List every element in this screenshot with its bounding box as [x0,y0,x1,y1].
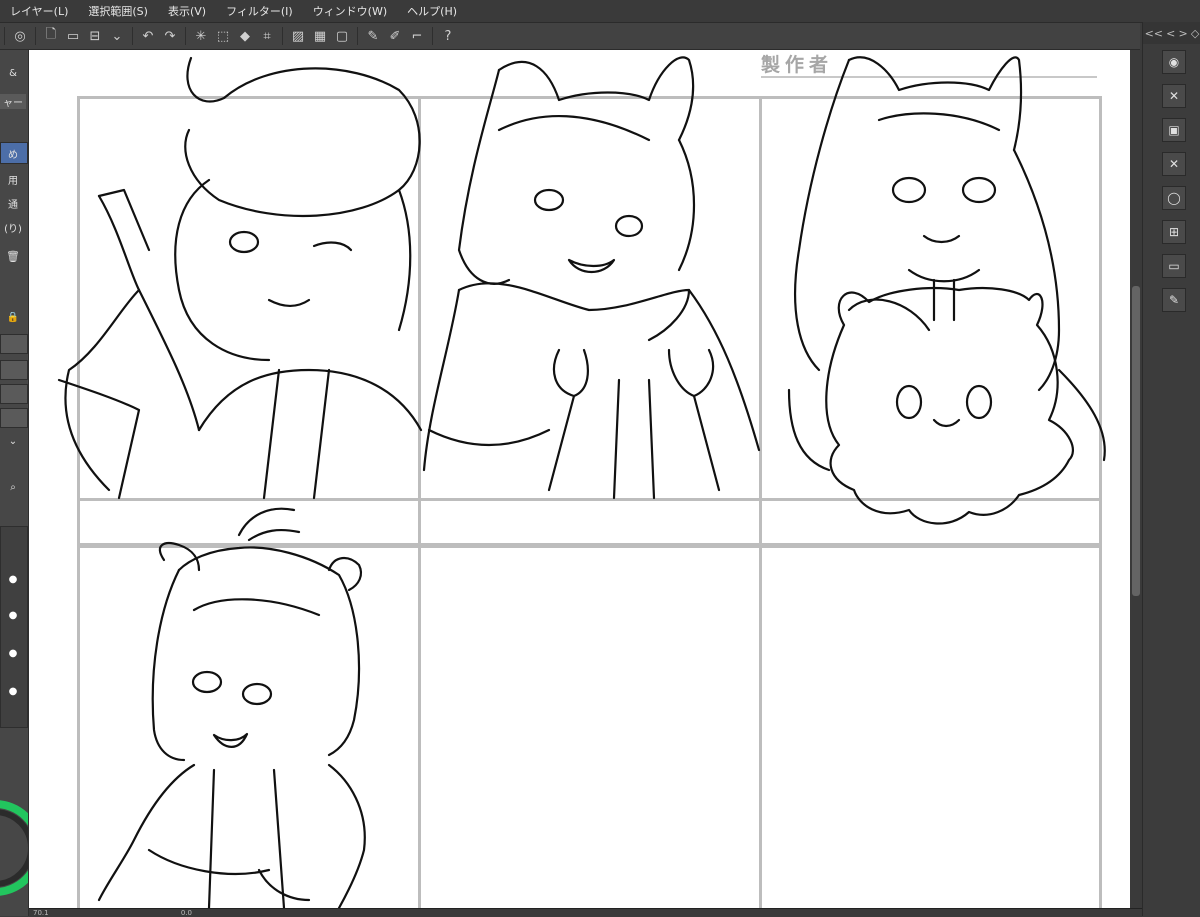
open-icon[interactable]: ▭ [63,26,83,46]
frame-icon[interactable]: ▢ [332,26,352,46]
crop-icon[interactable]: ⌗ [257,26,277,46]
delete-icon[interactable]: ✕ [1162,152,1186,176]
left-tool-panel: & ャー め 用 通 (り) 🗑 🔒 ⌄ ⌕ ● ● ● ● [0,50,29,916]
chevron-right-button[interactable] [0,384,28,404]
menu-bar: レイヤー(L) 選択範囲(S) 表示(V) フィルター(I) ウィンドウ(W) … [0,0,1200,23]
panel-button[interactable] [0,360,28,380]
toolbar-separator [282,27,283,45]
diamond-icon[interactable]: ◇ [1191,27,1199,40]
right-panel: << < > ◇ ◉ ✕ ▣ ✕ ◯ ⊞ ▭ ✎ [1142,22,1200,916]
new-file-icon[interactable]: 🗋 [41,26,61,46]
trash-icon[interactable]: 🗑 [0,250,26,263]
character-sketch-1 [57,56,423,500]
vertical-scrollbar[interactable] [1130,50,1142,908]
eraser-icon[interactable]: ⌐ [407,26,427,46]
app-icon[interactable]: ◎ [10,26,30,46]
lock-icon[interactable]: 🔒 [0,312,26,323]
material-icon[interactable]: ⊞ [1162,220,1186,244]
undo-icon[interactable]: ↶ [138,26,158,46]
toolbar-separator [357,27,358,45]
toolbar-separator [432,27,433,45]
menu-filter[interactable]: フィルター(I) [216,3,303,19]
brush-size-dot[interactable]: ● [0,686,26,697]
canvas[interactable]: 製作者 [29,50,1130,908]
select-icon[interactable]: ⬚ [213,26,233,46]
chevron-down-icon[interactable]: ⌄ [0,436,26,447]
toolbar-separator [4,27,5,45]
brush-size-dot[interactable]: ● [0,574,26,585]
edit-icon[interactable]: ✎ [1162,288,1186,312]
pen-icon[interactable]: ✎ [363,26,383,46]
chevron-right-icon[interactable]: > [1179,27,1188,40]
menu-layer[interactable]: レイヤー(L) [0,3,78,19]
folder-icon[interactable]: ▭ [1162,254,1186,278]
grid-icon[interactable]: ▦ [310,26,330,46]
redo-icon[interactable]: ↷ [160,26,180,46]
brush-size-dot[interactable]: ● [0,648,26,659]
tool-label[interactable]: 用 [0,172,26,187]
down-button[interactable] [0,334,28,354]
search-icon[interactable]: ⌕ [0,482,26,493]
character-sketch-4 [97,507,366,908]
tool-label[interactable]: & [0,68,26,79]
tool-label[interactable]: ャー [0,94,26,109]
loading-icon[interactable]: ✳ [191,26,211,46]
toolbar-separator [35,27,36,45]
menu-window[interactable]: ウィンドウ(W) [303,3,397,19]
tool-label[interactable]: (り) [0,220,26,235]
help-icon[interactable]: ? [438,26,458,46]
brush-size-panel [0,526,28,728]
tool-label[interactable]: め [0,146,26,161]
brush-size-dot[interactable]: ● [0,610,26,621]
character-sketch-3 [787,56,1106,525]
right-panel-header: << < > ◇ [1143,22,1200,44]
color-wheel[interactable] [0,788,29,908]
brush-icon[interactable]: ✐ [385,26,405,46]
character-sketch-2 [422,56,761,500]
panel-button[interactable] [0,408,28,428]
toolbar-separator [185,27,186,45]
fill-icon[interactable]: ◆ [235,26,255,46]
comment-icon[interactable]: ◯ [1162,186,1186,210]
save-icon[interactable]: ⊟ [85,26,105,46]
menu-selection[interactable]: 選択範囲(S) [78,3,158,19]
tool-label[interactable]: 通 [0,196,26,211]
command-bar: ◎ 🗋 ▭ ⊟ ⌄ ↶ ↷ ✳ ⬚ ◆ ⌗ ▨ ▦ ▢ ✎ ✐ ⌐ ? [0,23,1140,50]
scrollbar-thumb[interactable] [1132,286,1140,596]
navigator-icon[interactable]: ◉ [1162,50,1186,74]
line-art-layer [57,56,1106,908]
layer-icon[interactable]: ▣ [1162,118,1186,142]
menu-help[interactable]: ヘルプ(H) [397,3,467,19]
chevron-left-icon[interactable]: < [1166,27,1175,40]
menu-view[interactable]: 表示(V) [158,3,216,19]
toolbar-separator [132,27,133,45]
ruler-icon[interactable]: ▨ [288,26,308,46]
chevron-down-icon[interactable]: ⌄ [107,26,127,46]
close-icon[interactable]: ✕ [1162,84,1186,108]
collapse-double-icon[interactable]: << [1145,27,1163,40]
